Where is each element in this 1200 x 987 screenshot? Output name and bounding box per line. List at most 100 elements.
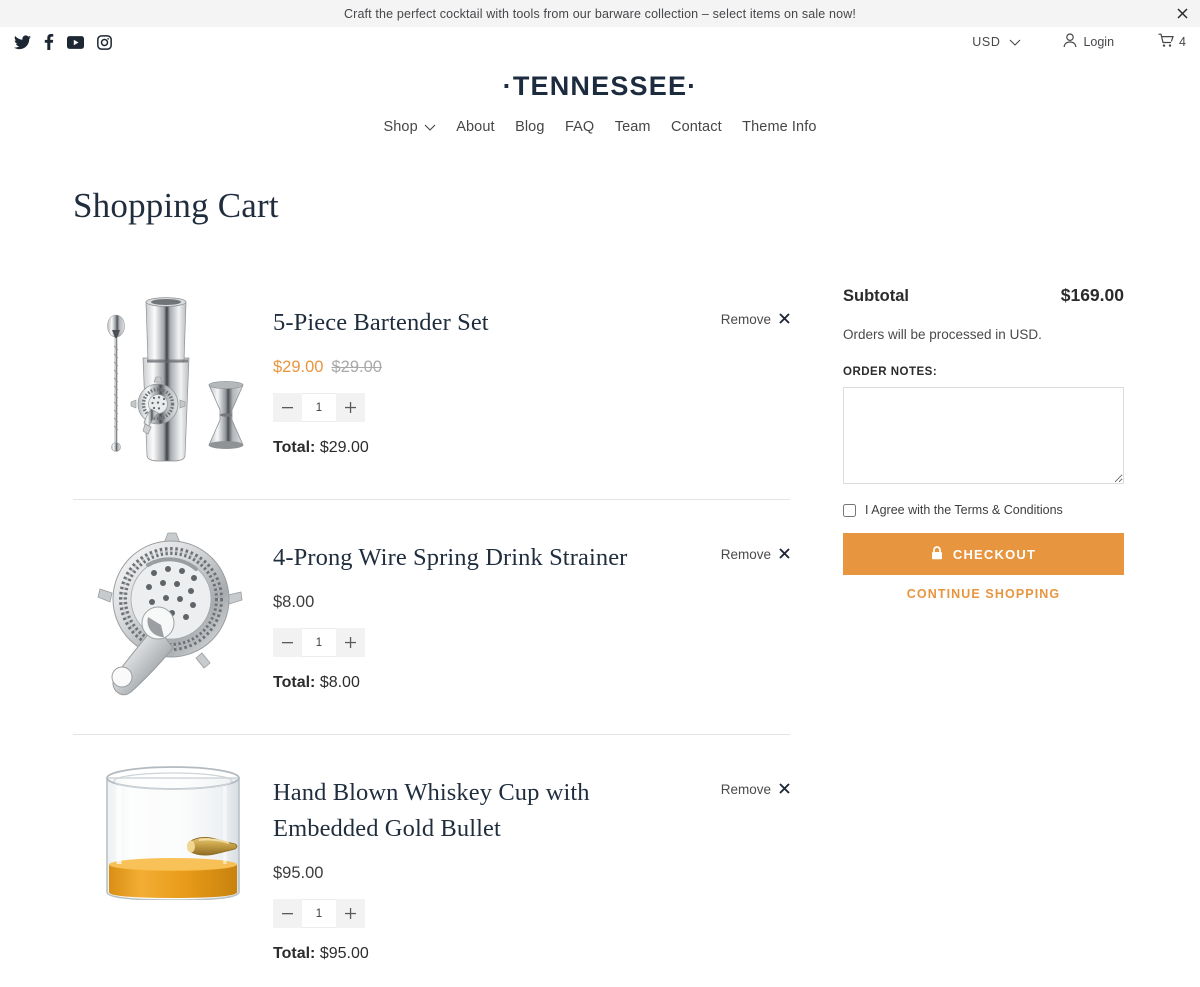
nav-item-theme-info[interactable]: Theme Info (742, 119, 816, 135)
remove-label: Remove (720, 782, 771, 797)
line-total: Total: $8.00 (273, 674, 680, 692)
remove-item-button[interactable]: Remove (721, 782, 790, 797)
close-icon (779, 313, 790, 326)
checkout-label: CHECKOUT (952, 546, 1037, 562)
youtube-icon[interactable] (67, 35, 84, 49)
product-price-row: $29.00 $29.00 (273, 358, 680, 377)
quantity-value[interactable]: 1 (302, 393, 336, 422)
user-icon (1063, 33, 1077, 51)
product-price: $8.00 (273, 593, 315, 611)
currency-note: Orders will be processed in USD. (843, 327, 1042, 342)
nav-item-contact[interactable]: Contact (671, 119, 722, 135)
facebook-icon[interactable] (44, 34, 54, 50)
quantity-decrease-button[interactable] (273, 393, 302, 422)
cart-icon (1158, 33, 1174, 51)
instagram-icon[interactable] (97, 34, 112, 50)
order-summary: Subtotal $169.00 Orders will be processe… (843, 285, 1124, 601)
line-total: Total: $29.00 (273, 439, 680, 457)
continue-shopping-link[interactable]: CONTINUE SHOPPING (843, 587, 1124, 601)
cart-item-list: 5-Piece Bartender Set $29.00 $29.00 1 To… (73, 265, 790, 987)
line-total-label: Total: (273, 674, 316, 691)
product-title[interactable]: Hand Blown Whiskey Cup with Embedded Gol… (273, 775, 680, 847)
product-title[interactable]: 4-Prong Wire Spring Drink Strainer (273, 540, 680, 576)
product-image-wire-strainer[interactable] (73, 523, 273, 710)
quantity-increase-button[interactable] (336, 393, 365, 422)
quantity-value[interactable]: 1 (302, 628, 336, 657)
subtotal-row: Subtotal $169.00 (843, 285, 1124, 306)
line-total-value: $29.00 (319, 439, 369, 456)
lock-icon (931, 545, 943, 563)
product-price: $29.00 (273, 358, 324, 376)
cart-item: Hand Blown Whiskey Cup with Embedded Gol… (73, 735, 790, 987)
line-total-value: $95.00 (319, 945, 369, 962)
product-image-whiskey-cup[interactable] (73, 758, 273, 963)
remove-label: Remove (720, 547, 771, 562)
product-price-row: $8.00 (273, 593, 680, 612)
login-label: Login (1083, 35, 1115, 49)
product-price-row: $95.00 (273, 864, 680, 883)
close-icon[interactable] (1175, 7, 1189, 21)
utility-bar: USD Login 4 (0, 27, 1200, 57)
quantity-value[interactable]: 1 (302, 899, 336, 928)
nav-label: Team (614, 119, 651, 135)
line-total-label: Total: (273, 439, 316, 456)
nav-item-team[interactable]: Team (615, 119, 651, 135)
terms-row: I Agree with the Terms & Conditions (843, 503, 1124, 517)
main-navigation: Shop About Blog FAQ Team Contact Theme I… (0, 118, 1200, 136)
nav-label: Blog (515, 119, 545, 135)
product-price: $95.00 (273, 864, 324, 882)
close-icon (779, 783, 790, 796)
order-notes-label: ORDER NOTES: (843, 366, 938, 378)
nav-label: Shop (383, 119, 418, 135)
cart-item-details: Hand Blown Whiskey Cup with Embedded Gol… (273, 758, 790, 963)
subtotal-value: $169.00 (1060, 285, 1124, 305)
line-total-label: Total: (273, 945, 316, 962)
site-logo[interactable]: ·TENNESSEE· (0, 57, 1200, 102)
quantity-stepper: 1 (273, 628, 365, 657)
quantity-increase-button[interactable] (336, 899, 365, 928)
login-link[interactable]: Login (1063, 33, 1114, 51)
product-image-bartender-set[interactable] (73, 288, 273, 475)
chevron-down-icon (424, 119, 436, 135)
quantity-decrease-button[interactable] (273, 628, 302, 657)
cart-item-details: 5-Piece Bartender Set $29.00 $29.00 1 To… (273, 288, 790, 475)
order-notes-input[interactable] (843, 387, 1124, 484)
logo-text: ·TENNESSEE· (502, 71, 698, 101)
cart-link[interactable]: 4 (1158, 33, 1186, 51)
cart-item: 4-Prong Wire Spring Drink Strainer $8.00… (73, 500, 790, 735)
announcement-bar: Craft the perfect cocktail with tools fr… (0, 0, 1200, 27)
remove-item-button[interactable]: Remove (721, 312, 790, 327)
terms-checkbox[interactable] (843, 503, 856, 517)
nav-label: Theme Info (742, 119, 817, 135)
cart-item: 5-Piece Bartender Set $29.00 $29.00 1 To… (73, 265, 790, 500)
subtotal-label: Subtotal (843, 287, 909, 305)
social-links (14, 34, 112, 50)
cart-count: 4 (1179, 35, 1186, 49)
remove-label: Remove (720, 312, 771, 327)
quantity-stepper: 1 (273, 393, 365, 422)
terms-label[interactable]: I Agree with the Terms & Conditions (865, 503, 1063, 517)
currency-value: USD (972, 35, 1001, 49)
product-title[interactable]: 5-Piece Bartender Set (273, 305, 680, 341)
nav-item-faq[interactable]: FAQ (565, 119, 594, 135)
line-total: Total: $95.00 (273, 945, 680, 963)
twitter-icon[interactable] (14, 34, 31, 50)
quantity-increase-button[interactable] (336, 628, 365, 657)
page-title: Shopping Cart (73, 186, 279, 225)
remove-item-button[interactable]: Remove (721, 547, 790, 562)
utility-right: USD Login 4 (972, 33, 1186, 51)
cart-item-details: 4-Prong Wire Spring Drink Strainer $8.00… (273, 523, 790, 710)
nav-item-about[interactable]: About (456, 119, 494, 135)
quantity-stepper: 1 (273, 899, 365, 928)
nav-label: About (456, 119, 495, 135)
nav-item-blog[interactable]: Blog (515, 119, 544, 135)
chevron-down-icon (1009, 35, 1021, 49)
announcement-text: Craft the perfect cocktail with tools fr… (343, 6, 857, 21)
checkout-button[interactable]: CHECKOUT (843, 533, 1124, 575)
close-icon (779, 548, 790, 561)
currency-selector[interactable]: USD (972, 35, 1021, 49)
nav-label: Contact (671, 119, 722, 135)
quantity-decrease-button[interactable] (273, 899, 302, 928)
nav-item-shop[interactable]: Shop (384, 119, 436, 135)
nav-label: FAQ (564, 119, 595, 135)
